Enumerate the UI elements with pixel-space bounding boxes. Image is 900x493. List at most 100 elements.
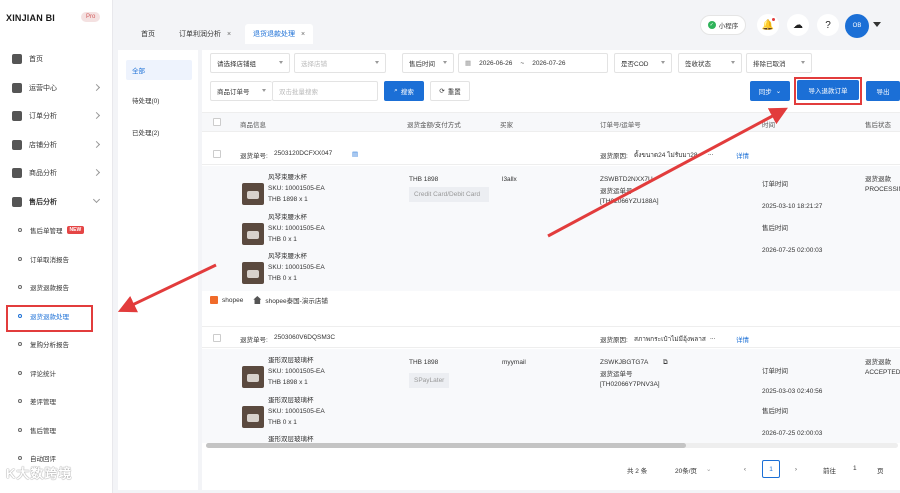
- bullet-icon: [18, 313, 22, 318]
- product-sku: SKU: 10001505-EA: [268, 408, 325, 415]
- status-tab-processed[interactable]: 已处理(2): [126, 122, 192, 142]
- waybill-link[interactable]: [TH02066YZU188A]: [600, 197, 659, 206]
- sidebar-subitem-bad-review[interactable]: 差评管理: [0, 387, 113, 416]
- sidebar-subitem-label: 售后管理: [30, 427, 56, 435]
- note-icon[interactable]: ▤: [352, 150, 358, 158]
- detail-link[interactable]: 详情: [736, 150, 749, 160]
- detail-link[interactable]: 详情: [736, 334, 749, 344]
- sidebar-item-label: 首页: [29, 56, 43, 64]
- product-thumbnail[interactable]: [242, 183, 264, 205]
- date-end[interactable]: 2026-07-26: [532, 60, 565, 67]
- prev-page-button[interactable]: ‹: [736, 460, 754, 478]
- product-name[interactable]: 蛋形双层玻璃杯: [268, 396, 314, 405]
- product-name[interactable]: 风琴束腰水杯: [268, 252, 307, 261]
- store-group-select[interactable]: 请选择店铺组: [210, 53, 290, 73]
- product-thumbnail[interactable]: [242, 262, 264, 284]
- chevron-down-icon: [443, 61, 447, 64]
- mini-program-icon: ✓: [707, 21, 716, 29]
- sync-button[interactable]: 同步 ⌄: [750, 81, 790, 101]
- select-value: 售后时间: [409, 61, 435, 68]
- cod-select[interactable]: 是否COD: [614, 53, 672, 73]
- page-size-select[interactable]: 20条/页: [675, 465, 697, 475]
- product-thumbnail[interactable]: [242, 366, 264, 388]
- tab-refund-processing[interactable]: 退货退款处理 ×: [245, 24, 314, 44]
- horizontal-scrollbar[interactable]: [206, 443, 898, 448]
- chevron-down-icon[interactable]: [873, 22, 881, 27]
- close-icon[interactable]: ×: [301, 31, 305, 38]
- search-placeholder: 双击批量搜索: [279, 89, 318, 96]
- sidebar-item-home[interactable]: 首页: [0, 45, 113, 74]
- select-all-checkbox[interactable]: [213, 118, 221, 126]
- product-name[interactable]: 风琴束腰水杯: [268, 213, 307, 222]
- sidebar-subitem-after-sales-orders[interactable]: 售后单管理 NEW: [0, 216, 113, 245]
- sidebar-subitem-refund-report[interactable]: 退货退款报告: [0, 273, 113, 302]
- search-icon: ⌕: [394, 87, 398, 94]
- bullet-icon: [18, 399, 22, 404]
- waybill-link[interactable]: [TH02066Y7PNV3A]: [600, 380, 660, 389]
- export-button[interactable]: 导出: [866, 81, 900, 101]
- sidebar-subitem-after-sales-mgmt[interactable]: 售后管理: [0, 416, 113, 445]
- sign-status-select[interactable]: 签收状态: [678, 53, 742, 73]
- refund-reason: ตั้งขนาด24 ไม่รับมา28: [634, 152, 698, 159]
- main-content: 请选择店铺组 选择店铺 售后时间 ▦ 2026-06-26 ~ 2026-07-…: [202, 50, 900, 490]
- row-checkbox[interactable]: [213, 334, 221, 342]
- copy-icon[interactable]: ⧉: [663, 358, 668, 367]
- column-header: 商品信息: [240, 122, 266, 129]
- goto-page-input[interactable]: 1: [853, 465, 857, 472]
- scrollbar-thumb[interactable]: [206, 443, 686, 448]
- order-time-label: 订单时间: [762, 368, 788, 375]
- home-icon: [12, 54, 22, 65]
- column-header: 退货金额/支付方式: [407, 122, 461, 129]
- row-checkbox[interactable]: [213, 150, 221, 158]
- sidebar-subitem-repurchase-report[interactable]: 复购分析报告: [0, 330, 113, 359]
- close-icon[interactable]: ×: [227, 31, 231, 38]
- cloud-download-icon[interactable]: ☁: [787, 14, 809, 36]
- sidebar-item-after-sales[interactable]: 售后分析: [0, 188, 113, 217]
- product-name[interactable]: 蛋形双层玻璃杯: [268, 356, 314, 365]
- sidebar-subitem-refund-processing[interactable]: 退货退款处理: [0, 302, 113, 331]
- bell-icon[interactable]: 🔔: [757, 14, 779, 36]
- order-no-type-select[interactable]: 商品订单号: [210, 81, 272, 101]
- refund-reason-label: 退货原因:: [600, 337, 628, 344]
- order-items: 风琴束腰水杯 SKU: 10001505-EA THB 1898 x 1 风琴束…: [202, 166, 900, 291]
- next-page-button[interactable]: ›: [787, 460, 805, 478]
- store-select[interactable]: 选择店铺: [294, 53, 386, 73]
- order-no-link[interactable]: ZSWBTD2NXX7U: [600, 175, 653, 184]
- time-type-select[interactable]: 售后时间: [402, 53, 454, 73]
- sidebar-item-label: 运营中心: [29, 84, 57, 92]
- status-tab-pending[interactable]: 待处理(0): [126, 90, 192, 110]
- tab-order-profit[interactable]: 订单利润分析 ×: [171, 24, 239, 44]
- sidebar-subitem-review-stats[interactable]: 评论统计: [0, 359, 113, 388]
- date-start[interactable]: 2026-06-26: [479, 60, 512, 67]
- sidebar-subitem-label: 评论统计: [30, 370, 56, 378]
- button-label: 搜索: [400, 89, 414, 96]
- avatar[interactable]: OB: [845, 14, 869, 38]
- sidebar-subitem-cancel-report[interactable]: 订单取消报告: [0, 245, 113, 274]
- order-row-header: 退货单号: 2503120DCFXX047 ▤ 退货原因: ตั้งขนาด24…: [202, 143, 900, 165]
- sidebar-item-operations[interactable]: 运营中心: [0, 74, 113, 103]
- exclude-cancelled-select[interactable]: 排除已取消: [746, 53, 812, 73]
- sidebar-item-order-analysis[interactable]: 订单分析: [0, 102, 113, 131]
- product-name[interactable]: 风琴束腰水杯: [268, 173, 307, 182]
- date-range-picker[interactable]: ▦ 2026-06-26 ~ 2026-07-26: [458, 53, 608, 73]
- product-thumbnail[interactable]: [242, 223, 264, 245]
- search-input[interactable]: 双击批量搜索: [272, 81, 378, 101]
- refund-amount: THB 1898: [409, 359, 439, 366]
- search-button[interactable]: ⌕ 搜索: [384, 81, 424, 101]
- status-tab-all[interactable]: 全部: [126, 60, 192, 80]
- tab-label: 退货退款处理: [253, 31, 295, 38]
- product-thumbnail[interactable]: [242, 406, 264, 428]
- bullet-icon: [18, 370, 22, 375]
- chevron-down-icon: ⌄: [775, 88, 782, 95]
- help-icon[interactable]: ?: [817, 14, 839, 36]
- sidebar-item-store-analysis[interactable]: 店铺分析: [0, 131, 113, 160]
- order-no-link[interactable]: ZSWKJBGTG7A: [600, 358, 648, 367]
- watermark-logo: K大数跨境: [6, 466, 73, 481]
- after-sales-time-label: 售后时间: [762, 225, 788, 232]
- app-logo[interactable]: XINJIAN BI: [6, 13, 55, 23]
- reset-button[interactable]: ⟳ 重置: [430, 81, 470, 101]
- page-number-current[interactable]: 1: [762, 460, 780, 478]
- tab-home[interactable]: 首页: [133, 24, 163, 44]
- sidebar-item-product-analysis[interactable]: 商品分析: [0, 159, 113, 188]
- mini-program-button[interactable]: ✓ 小程序: [700, 15, 746, 35]
